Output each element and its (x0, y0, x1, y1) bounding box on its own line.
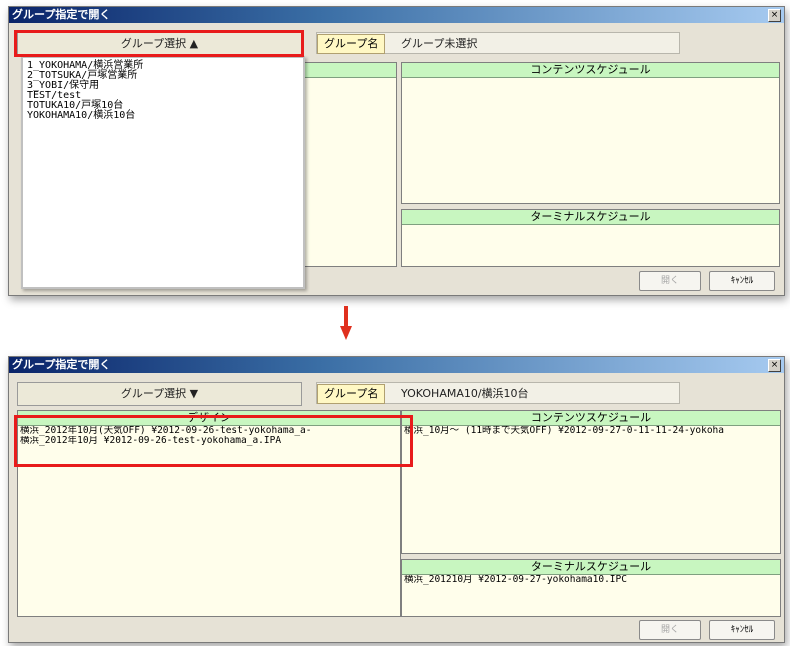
down-arrow-icon (340, 306, 352, 340)
group-name-field: グループ名 グループ未選択 (316, 32, 680, 54)
cancel-button[interactable]: ｷｬﾝｾﾙ (709, 271, 775, 291)
terminal-schedule-header: ターミナルスケジュール (402, 210, 779, 225)
group-open-dialog-before: グループ指定で開く × グループ選択 ▲ グループ名 グループ未選択 コンテンツ… (8, 6, 785, 296)
group-name-field: グループ名 YOKOHAMA10/横浜10台 (316, 382, 680, 404)
highlight-frame (14, 30, 304, 57)
contents-schedule-header: コンテンツスケジュール (402, 411, 780, 426)
open-button[interactable]: 開く (639, 271, 701, 291)
cancel-button[interactable]: ｷｬﾝｾﾙ (709, 620, 775, 640)
dialog-titlebar: グループ指定で開く × (9, 357, 784, 373)
group-dropdown-list[interactable]: 1_YOKOHAMA/横浜営業所 2_TOTSUKA/戸塚営業所 3_YOBI/… (21, 56, 305, 289)
group-name-label: グループ名 (317, 34, 386, 54)
dropdown-item[interactable]: YOKOHAMA10/横浜10台 (27, 111, 299, 121)
group-name-label: グループ名 (317, 384, 386, 404)
contents-schedule-panel: コンテンツスケジュール (401, 62, 780, 204)
highlight-frame (14, 415, 413, 467)
terminal-schedule-panel: ターミナルスケジュール 横浜_201210月 ¥2012-09-27-yokoh… (401, 559, 781, 617)
group-open-dialog-after: グループ指定で開く × グループ選択 ▼ グループ名 YOKOHAMA10/横浜… (8, 356, 785, 643)
contents-schedule-panel: コンテンツスケジュール 横浜_10月～ (11時まで天気OFF) ¥2012-0… (401, 410, 781, 554)
dialog-title: グループ指定で開く (12, 8, 111, 21)
terminal-schedule-panel: ターミナルスケジュール (401, 209, 780, 267)
terminal-schedule-header: ターミナルスケジュール (402, 560, 780, 575)
contents-schedule-header: コンテンツスケジュール (402, 63, 779, 78)
open-button[interactable]: 開く (639, 620, 701, 640)
group-name-value: グループ未選択 (401, 37, 478, 50)
contents-schedule-row[interactable]: 横浜_10月～ (11時まで天気OFF) ¥2012-09-27-0-11-11… (402, 426, 780, 436)
dialog-title: グループ指定で開く (12, 358, 111, 371)
close-icon[interactable]: × (768, 9, 781, 22)
group-select-button[interactable]: グループ選択 ▼ (17, 382, 302, 406)
group-name-value: YOKOHAMA10/横浜10台 (401, 387, 529, 400)
dialog-titlebar: グループ指定で開く × (9, 7, 784, 23)
terminal-schedule-row[interactable]: 横浜_201210月 ¥2012-09-27-yokohama10.IPC (402, 575, 780, 585)
close-icon[interactable]: × (768, 359, 781, 372)
